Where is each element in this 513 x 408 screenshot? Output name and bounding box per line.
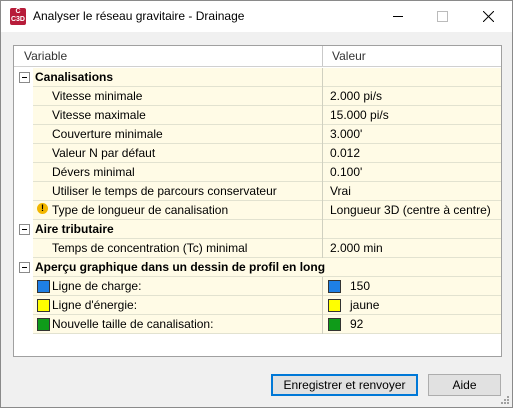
- property-row[interactable]: Couverture minimale 3.000': [14, 125, 501, 144]
- category-row-apercu-graphique[interactable]: Aperçu graphique dans un dessin de profi…: [14, 258, 501, 277]
- save-and-return-button[interactable]: Enregistrer et renvoyer: [271, 374, 418, 396]
- property-label: Nouvelle taille de canalisation:: [52, 317, 214, 331]
- maximize-button[interactable]: [420, 1, 465, 32]
- property-row[interactable]: Dévers minimal 0.100': [14, 163, 501, 182]
- category-label: Aire tributaire: [35, 222, 114, 236]
- property-row[interactable]: Vitesse maximale 15.000 pi/s: [14, 106, 501, 125]
- property-value[interactable]: Vrai: [330, 184, 351, 198]
- column-header-value[interactable]: Valeur: [332, 49, 366, 63]
- property-value[interactable]: 2.000 pi/s: [330, 89, 382, 103]
- property-value[interactable]: 92: [350, 317, 363, 331]
- property-value[interactable]: 0.100': [330, 165, 362, 179]
- property-grid[interactable]: Variable Valeur Canalisations Vitesse mi…: [13, 45, 502, 357]
- collapse-icon[interactable]: [19, 224, 30, 235]
- minimize-icon: [392, 16, 403, 17]
- property-value[interactable]: 150: [350, 279, 370, 293]
- property-label: Dévers minimal: [52, 165, 135, 179]
- collapse-icon[interactable]: [19, 72, 30, 83]
- grid-header: Variable Valeur: [14, 46, 501, 67]
- property-value[interactable]: Longueur 3D (centre à centre): [330, 203, 491, 217]
- column-header-variable[interactable]: Variable: [24, 49, 67, 63]
- property-label: Couverture minimale: [52, 127, 163, 141]
- category-row-aire-tributaire[interactable]: Aire tributaire: [14, 220, 501, 239]
- color-swatch: [37, 318, 50, 331]
- property-value[interactable]: 3.000': [330, 127, 362, 141]
- warning-icon: !: [37, 203, 48, 214]
- property-row[interactable]: Valeur N par défaut 0.012: [14, 144, 501, 163]
- property-row[interactable]: Vitesse minimale 2.000 pi/s: [14, 87, 501, 106]
- property-row[interactable]: Ligne de charge: 150: [14, 277, 501, 296]
- window-title: Analyser le réseau gravitaire - Drainage: [33, 9, 245, 23]
- column-divider[interactable]: [322, 46, 323, 66]
- property-row[interactable]: ! Type de longueur de canalisation Longu…: [14, 201, 501, 220]
- property-row[interactable]: Temps de concentration (Tc) minimal 2.00…: [14, 239, 501, 258]
- help-button[interactable]: Aide: [428, 374, 501, 396]
- property-value[interactable]: 0.012: [330, 146, 360, 160]
- category-row-canalisations[interactable]: Canalisations: [14, 68, 501, 87]
- property-label: Valeur N par défaut: [52, 146, 156, 160]
- color-swatch[interactable]: [328, 299, 341, 312]
- category-label: Canalisations: [35, 70, 114, 84]
- property-value[interactable]: 15.000 pi/s: [330, 108, 389, 122]
- resize-grip-icon[interactable]: [499, 394, 509, 404]
- property-value[interactable]: 2.000 min: [330, 241, 383, 255]
- property-row[interactable]: Nouvelle taille de canalisation: 92: [14, 315, 501, 334]
- property-value[interactable]: jaune: [350, 298, 379, 312]
- property-row[interactable]: Ligne d'énergie: jaune: [14, 296, 501, 315]
- color-swatch: [37, 280, 50, 293]
- dialog-window: C C3D Analyser le réseau gravitaire - Dra…: [0, 0, 513, 408]
- civil3d-app-icon: C C3D: [10, 8, 26, 25]
- close-button[interactable]: [466, 1, 511, 32]
- color-swatch: [37, 299, 50, 312]
- property-label: Vitesse maximale: [52, 108, 146, 122]
- property-label: Temps de concentration (Tc) minimal: [52, 241, 248, 255]
- property-label: Type de longueur de canalisation: [52, 203, 229, 217]
- close-icon: [483, 11, 494, 22]
- collapse-icon[interactable]: [19, 262, 30, 273]
- property-row[interactable]: Utiliser le temps de parcours conservate…: [14, 182, 501, 201]
- color-swatch[interactable]: [328, 318, 341, 331]
- property-label: Vitesse minimale: [52, 89, 143, 103]
- title-bar[interactable]: C C3D Analyser le réseau gravitaire - Dra…: [1, 1, 512, 32]
- property-label: Ligne d'énergie:: [52, 298, 138, 312]
- color-swatch[interactable]: [328, 280, 341, 293]
- property-label: Ligne de charge:: [52, 279, 142, 293]
- minimize-button[interactable]: [375, 1, 420, 32]
- category-label: Aperçu graphique dans un dessin de profi…: [35, 260, 326, 274]
- maximize-icon: [437, 11, 448, 22]
- property-label: Utiliser le temps de parcours conservate…: [52, 184, 277, 198]
